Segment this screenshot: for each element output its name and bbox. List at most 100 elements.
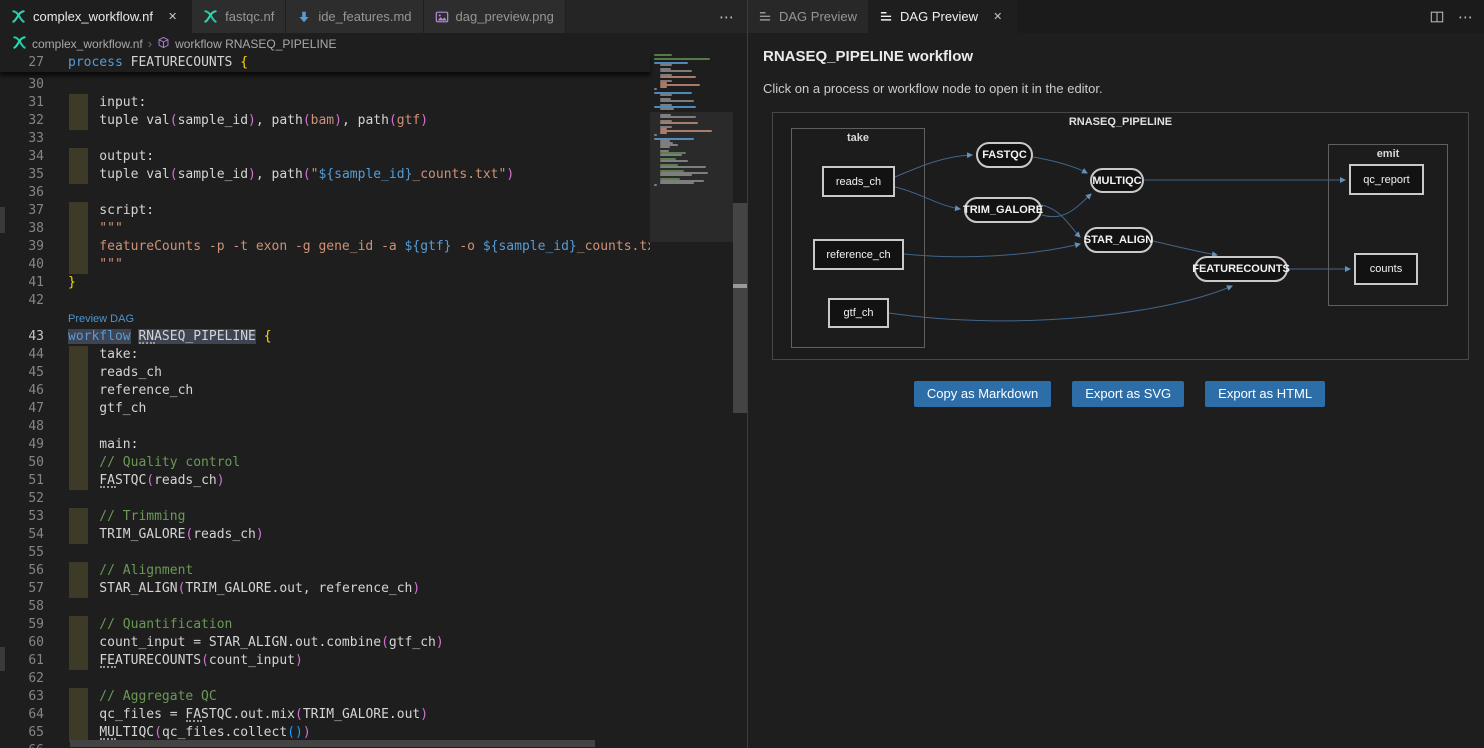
edge-STAR_ALIGN-FEATURECOUNTS [1153,241,1217,255]
dag-node-multiqc[interactable]: MULTIQC [1090,168,1144,193]
line-number: 41 [0,274,44,292]
dag-node-qc_report[interactable]: qc_report [1349,164,1424,195]
dag-node-featurecounts[interactable]: FEATURECOUNTS [1194,256,1288,282]
code-line-43: 43workflow RNASEQ_PIPELINE { [0,328,650,346]
breadcrumb[interactable]: complex_workflow.nf › workflow RNASEQ_PI… [0,33,747,54]
left-tabs-container: complex_workflow.nf✕ fastqc.nf ide_feature… [0,0,566,33]
line-number: 34 [0,148,44,166]
code-line-34: 34 output: [0,148,650,166]
line-number: 64 [0,706,44,724]
tab-left-ide-features-md[interactable]: ide_features.md [286,0,423,33]
code-line-27: 27process FEATURECOUNTS { [0,54,650,72]
code-editor[interactable]: 27process FEATURECOUNTS { 3031 input:32 … [0,54,747,748]
more-actions-icon[interactable]: ⋯ [1458,8,1474,26]
code-line-51: 51 FASTQC(reads_ch) [0,472,650,490]
edge-TRIM_GALORE-MULTIQC [1042,194,1091,217]
line-number: 27 [0,54,44,72]
line-number: 59 [0,616,44,634]
breadcrumb-file[interactable]: complex_workflow.nf [32,37,143,51]
dag-node-gtf_ch[interactable]: gtf_ch [828,298,889,328]
nextflow-icon [203,9,218,24]
right-tabs-container: DAG Preview DAG Preview ✕ [748,0,1017,33]
tab-right-dag-preview[interactable]: DAG Preview [748,0,869,33]
code-line-61: 61 FEATURECOUNTS(count_input) [0,652,650,670]
line-number: 40 [0,256,44,274]
code-line-47: 47 gtf_ch [0,400,650,418]
line-number: 47 [0,400,44,418]
code-line-59: 59 // Quantification [0,616,650,634]
copy-as-markdown-button[interactable]: Copy as Markdown [914,381,1051,407]
line-number: 35 [0,166,44,184]
close-icon[interactable]: ✕ [165,9,180,24]
line-number: 63 [0,688,44,706]
line-number: 36 [0,184,44,202]
dag-node-reads_ch[interactable]: reads_ch [822,166,895,197]
close-icon[interactable]: ✕ [990,9,1005,24]
tab-label: ide_features.md [318,9,411,24]
code-line-57: 57 STAR_ALIGN(TRIM_GALORE.out, reference… [0,580,650,598]
image-icon [435,10,449,24]
dag-node-trim_galore[interactable]: TRIM_GALORE [964,197,1042,223]
tab-label: DAG Preview [900,9,978,24]
editor-tabbar-right: DAG Preview DAG Preview ✕ ⋯ [748,0,1484,33]
tab-left-dag-preview-png[interactable]: dag_preview.png [424,0,566,33]
minimap-slider[interactable] [650,112,733,242]
editor-group-right: DAG Preview DAG Preview ✕ ⋯ RNASEQ_PIPELIN… [748,0,1484,748]
code-line-30: 30 [0,76,650,94]
export-as-html-button[interactable]: Export as HTML [1205,381,1325,407]
code-line-32: 32 tuple val(sample_id), path(bam), path… [0,112,650,130]
markdown-arrow-icon [297,10,311,24]
line-number: 65 [0,724,44,742]
tab-label: DAG Preview [779,9,857,24]
tabbar-actions: ⋯ [1430,0,1474,33]
dag-node-fastqc[interactable]: FASTQC [976,142,1033,168]
line-number: 48 [0,418,44,436]
horizontal-scrollbar-thumb[interactable] [70,740,595,747]
code-line-52: 52 [0,490,650,508]
more-actions-icon[interactable]: ⋯ [719,0,735,33]
code-line-49: 49 main: [0,436,650,454]
tab-right-dag-preview[interactable]: DAG Preview ✕ [869,0,1017,33]
tab-left-complex-workflow-nf[interactable]: complex_workflow.nf✕ [0,0,192,33]
edge-reference_ch-STAR_ALIGN [904,244,1080,257]
cluster-label: take [792,132,924,144]
code-line-44: 44 take: [0,346,650,364]
line-number: 37 [0,202,44,220]
dag-node-reference_ch[interactable]: reference_ch [813,239,904,270]
line-number: 45 [0,364,44,382]
line-number: 66 [0,742,44,748]
dag-node-star_align[interactable]: STAR_ALIGN [1084,227,1153,253]
line-number: 33 [0,130,44,148]
split-editor-icon[interactable] [1430,10,1444,24]
code-line-50: 50 // Quality control [0,454,650,472]
codelens-preview-dag[interactable]: Preview DAG [68,313,134,325]
code-line-38: 38 """ [0,220,650,238]
line-number: 54 [0,526,44,544]
edge-TRIM_GALORE-STAR_ALIGN [1042,205,1080,237]
code-line-33: 33 [0,130,650,148]
diagram-title: RNASEQ_PIPELINE [773,116,1468,128]
code-line-35: 35 tuple val(sample_id), path("${sample_… [0,166,650,184]
line-number: 53 [0,508,44,526]
tab-label: fastqc.nf [225,9,274,24]
line-number: 52 [0,490,44,508]
tab-left-fastqc-nf[interactable]: fastqc.nf [192,0,286,33]
code-line-46: 46 reference_ch [0,382,650,400]
code-line-45: 45 reads_ch [0,364,650,382]
export-as-svg-button[interactable]: Export as SVG [1072,381,1184,407]
ide-window: complex_workflow.nf✕fastqc.nfide_feature… [0,0,1484,748]
vertical-scrollbar-thumb[interactable] [733,203,747,413]
dag-node-counts[interactable]: counts [1354,253,1418,285]
line-number: 56 [0,562,44,580]
line-number: 57 [0,580,44,598]
line-number: 42 [0,292,44,310]
nextflow-icon [12,35,27,53]
code-line-31: 31 input: [0,94,650,112]
tab-label: dag_preview.png [456,9,554,24]
code-line-39: 39 featureCounts -p -t exon -g gene_id -… [0,238,650,256]
code-line-40: 40 """ [0,256,650,274]
sticky-scroll-line[interactable]: 27process FEATURECOUNTS { [0,54,650,73]
code-line-63: 63 // Aggregate QC [0,688,650,706]
breadcrumb-symbol[interactable]: workflow RNASEQ_PIPELINE [175,37,336,51]
code-line-64: 64 qc_files = FASTQC.out.mix(TRIM_GALORE… [0,706,650,724]
